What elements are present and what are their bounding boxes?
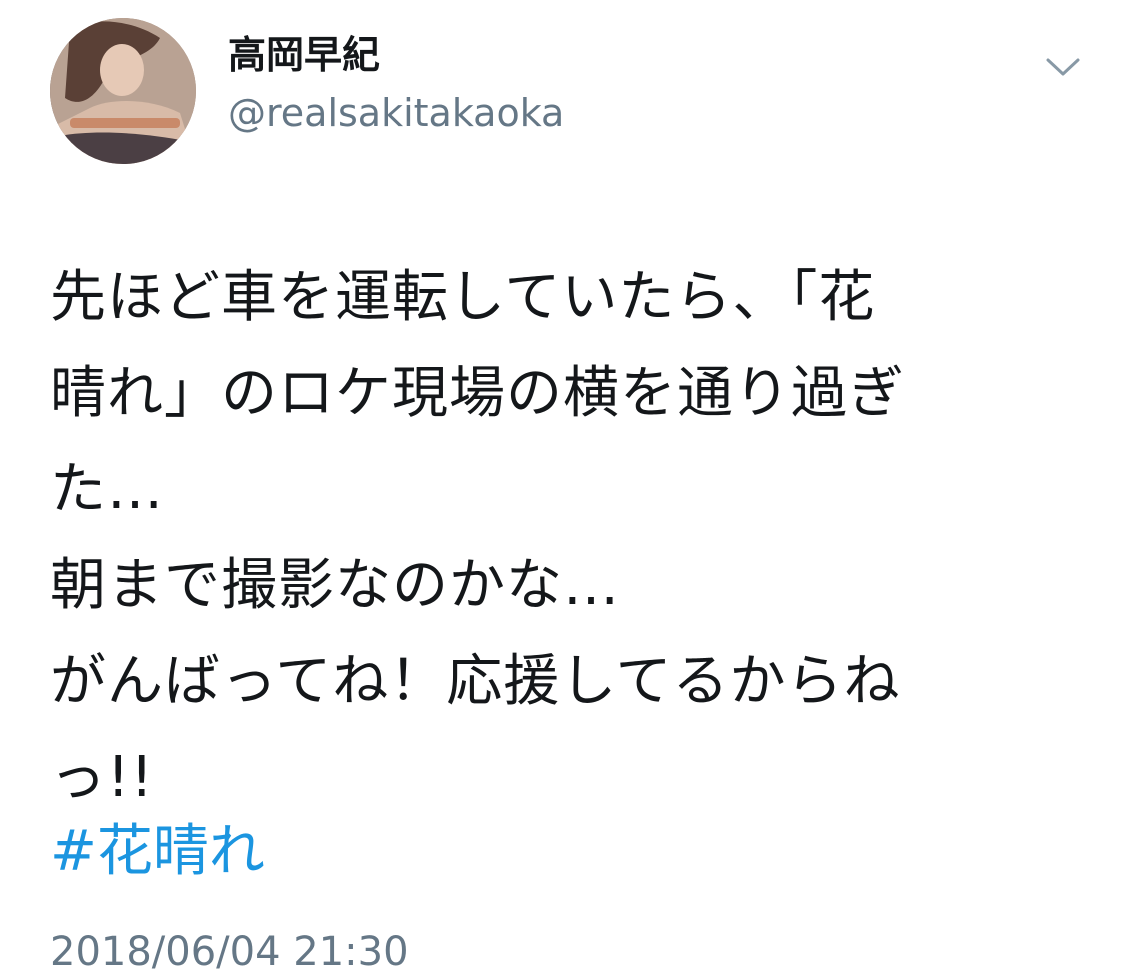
chevron-down-icon[interactable] [1040, 52, 1086, 82]
tweet-text-line: がんばってね！応援してるからね [50, 649, 901, 714]
user-handle[interactable]: @realsakitakaoka [228, 90, 564, 136]
hashtag-link[interactable]: #花晴れ [50, 820, 265, 884]
tweet-text: 先ほど車を運転していたら、「花 晴れ」のロケ現場の横を通り過ぎ た… 朝まで撮影… [50, 250, 1060, 826]
display-name[interactable]: 高岡早紀 [228, 32, 380, 78]
tweet-card: 高岡早紀 @realsakitakaoka 先ほど車を運転していたら、「花 晴れ… [0, 0, 1125, 978]
tweet-text-line: っ!! [50, 745, 154, 810]
tweet-text-line: た… [50, 457, 164, 522]
avatar[interactable] [50, 18, 196, 164]
tweet-text-line: 先ほど車を運転していたら、「花 [50, 265, 876, 330]
tweet-text-line: 朝まで撮影なのかな… [50, 553, 620, 618]
timestamp[interactable]: 2018/06/04 21:30 [50, 928, 409, 976]
tweet-text-line: 晴れ」のロケ現場の横を通り過ぎ [50, 361, 905, 426]
